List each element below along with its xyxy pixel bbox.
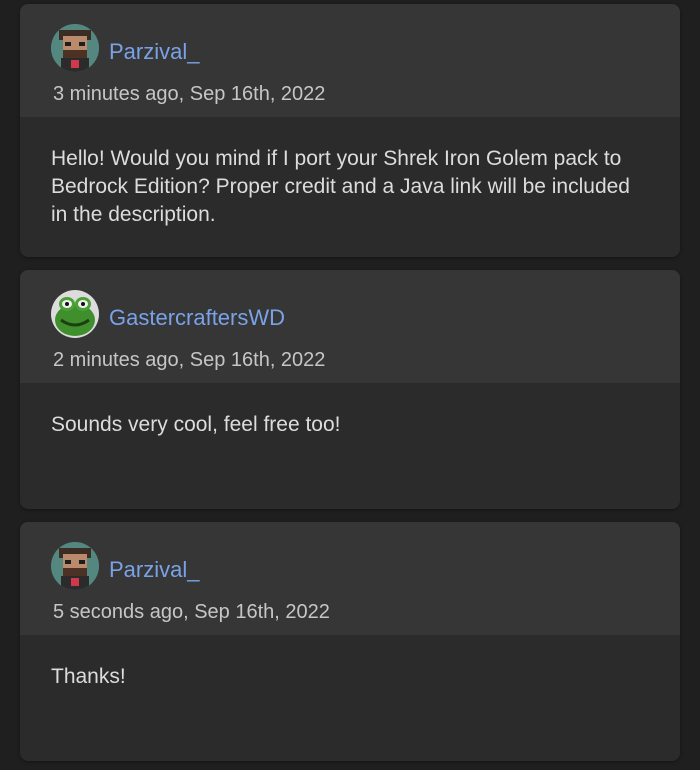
comment-card: Parzival_ 3 minutes ago, Sep 16th, 2022 … bbox=[20, 4, 680, 257]
comment-card: GastercraftersWD 2 minutes ago, Sep 16th… bbox=[20, 270, 680, 509]
minecraft-skin-avatar-icon[interactable] bbox=[51, 24, 99, 72]
minecraft-skin-avatar-icon[interactable] bbox=[51, 542, 99, 590]
comment-header: Parzival_ 5 seconds ago, Sep 16th, 2022 bbox=[20, 522, 680, 635]
comment-header: GastercraftersWD 2 minutes ago, Sep 16th… bbox=[20, 270, 680, 383]
username-link[interactable]: GastercraftersWD bbox=[109, 305, 285, 331]
frog-avatar-icon[interactable] bbox=[51, 290, 99, 338]
username-link[interactable]: Parzival_ bbox=[109, 557, 199, 583]
timestamp: 5 seconds ago, Sep 16th, 2022 bbox=[53, 601, 330, 623]
comment-body: Sounds very cool, feel free too! bbox=[51, 413, 341, 436]
comment-thread: Parzival_ 3 minutes ago, Sep 16th, 2022 … bbox=[0, 0, 700, 770]
comment-header: Parzival_ 3 minutes ago, Sep 16th, 2022 bbox=[20, 4, 680, 117]
timestamp: 3 minutes ago, Sep 16th, 2022 bbox=[53, 83, 326, 105]
timestamp: 2 minutes ago, Sep 16th, 2022 bbox=[53, 349, 326, 371]
comment-card: Parzival_ 5 seconds ago, Sep 16th, 2022 … bbox=[20, 522, 680, 761]
comment-body: Hello! Would you mind if I port your Shr… bbox=[51, 147, 630, 226]
username-link[interactable]: Parzival_ bbox=[109, 39, 199, 65]
comment-body: Thanks! bbox=[51, 665, 126, 688]
